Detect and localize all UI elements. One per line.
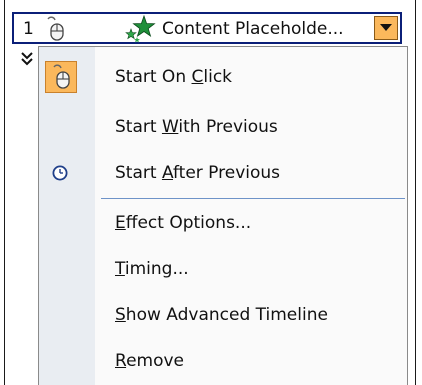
menu-item-remove[interactable]: Remove: [39, 341, 407, 381]
context-menu: Start On Click Start With Previous Start…: [38, 46, 408, 385]
menu-item-effect-options[interactable]: Effect Options...: [39, 203, 407, 243]
expand-chevrons-icon[interactable]: [20, 51, 34, 69]
window-frame-margin: [416, 0, 422, 385]
dropdown-arrow-icon: [380, 24, 392, 31]
menu-separator: [101, 198, 405, 199]
menu-item-start-on-click[interactable]: Start On Click: [39, 57, 407, 97]
menu-item-label: Start After Previous: [115, 163, 281, 183]
menu-item-start-after-previous[interactable]: Start After Previous: [39, 153, 407, 193]
window-frame-left: [0, 0, 5, 385]
mouse-click-icon: [53, 64, 70, 89]
menu-item-label: Timing...: [115, 259, 189, 279]
animation-item-header[interactable]: 1 Content Placeholde...: [12, 12, 402, 44]
green-star-effect-icon: [125, 15, 156, 43]
menu-item-label: Start On Click: [115, 67, 233, 87]
clock-icon: [52, 165, 68, 181]
animation-target-label: Content Placeholde...: [162, 19, 344, 39]
menu-item-start-with-previous[interactable]: Start With Previous: [39, 107, 407, 147]
mouse-click-icon: [47, 16, 64, 41]
menu-item-label: Remove: [115, 351, 185, 371]
dropdown-button[interactable]: [374, 16, 398, 40]
menu-item-label: Start With Previous: [115, 117, 278, 137]
menu-item-label: Show Advanced Timeline: [115, 305, 328, 325]
menu-item-show-advanced-timeline[interactable]: Show Advanced Timeline: [39, 295, 407, 335]
animation-order-number: 1: [23, 19, 34, 39]
menu-item-label: Effect Options...: [115, 213, 252, 233]
menu-item-timing[interactable]: Timing...: [39, 249, 407, 289]
